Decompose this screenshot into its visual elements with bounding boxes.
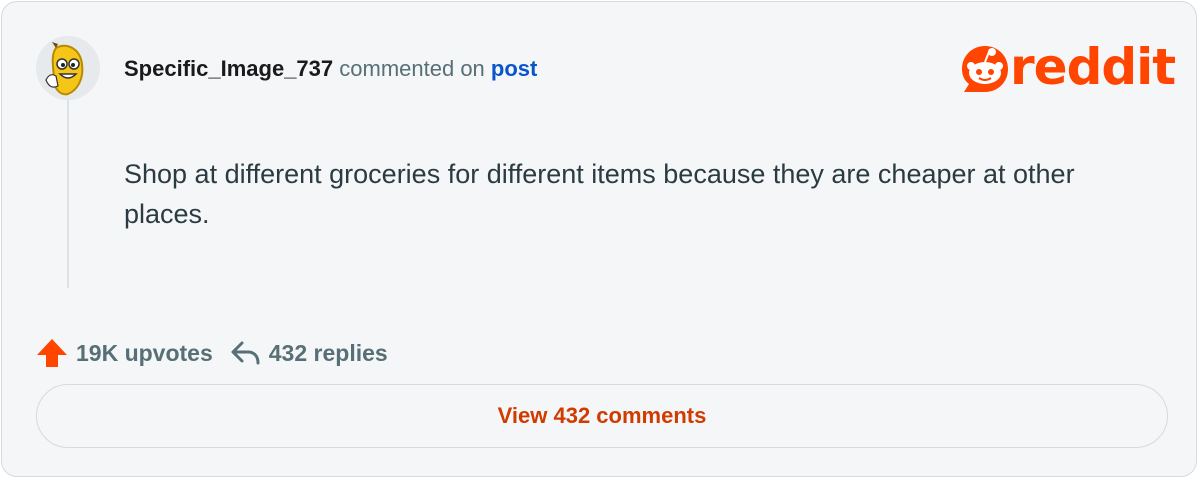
banana-avatar-icon — [36, 36, 100, 100]
username[interactable]: Specific_Image_737 — [124, 56, 333, 81]
upvotes-count: 19K upvotes — [76, 339, 213, 366]
reply-arrow-icon — [231, 341, 260, 365]
comment-stats: 19K upvotes 432 replies — [36, 335, 388, 371]
commented-on-text: commented on — [339, 56, 485, 81]
comment-card: Specific_Image_737 commented on post red… — [1, 1, 1197, 477]
post-link[interactable]: post — [491, 56, 537, 81]
replies-stat[interactable]: 432 replies — [229, 338, 388, 368]
avatar[interactable] — [36, 36, 100, 100]
comment-header: Specific_Image_737 commented on post — [124, 54, 537, 84]
upvotes-stat[interactable]: 19K upvotes — [36, 338, 213, 368]
replies-count: 432 replies — [268, 339, 388, 366]
reddit-logo[interactable]: reddit — [958, 39, 1176, 96]
reddit-wordmark: reddit — [1010, 38, 1176, 96]
comment-body: Shop at different groceries for differen… — [124, 159, 1075, 229]
upvote-arrow-icon — [37, 339, 67, 367]
thread-line — [67, 100, 69, 288]
view-comments-button[interactable]: View 432 comments — [36, 384, 1168, 448]
reddit-snoo-icon — [962, 46, 1008, 92]
